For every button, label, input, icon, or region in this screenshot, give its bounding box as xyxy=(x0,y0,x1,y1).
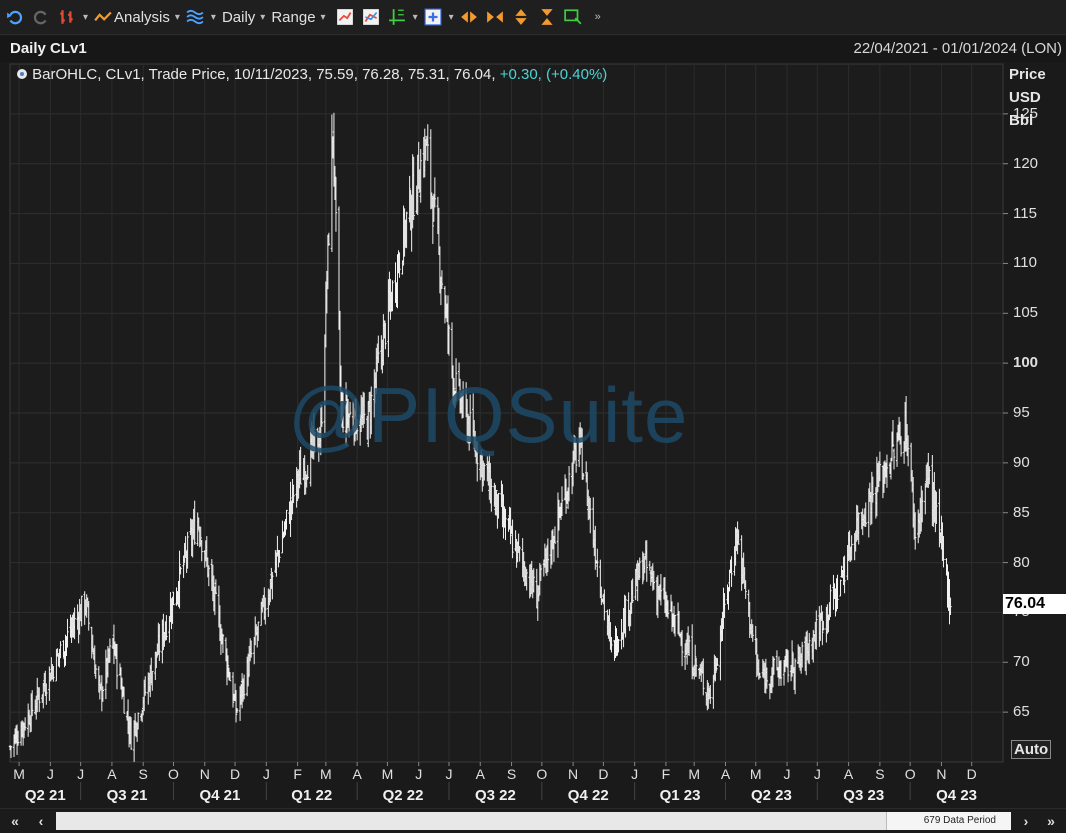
x-month-label: A xyxy=(352,766,362,782)
x-month-label: J xyxy=(46,766,54,782)
y-axis-title-price: Price xyxy=(1009,66,1046,83)
x-month-label: N xyxy=(199,766,210,782)
scroll-track[interactable]: 679 Data Period xyxy=(56,812,1011,830)
series-change: +0.30, (+0.40%) xyxy=(499,66,608,83)
series-info-text: BarOHLC, CLv1, Trade Price, 10/11/2023, … xyxy=(32,66,496,83)
x-month-label: A xyxy=(107,766,117,782)
y-tick-label: 100 xyxy=(1013,354,1039,372)
y-tick-label: 90 xyxy=(1013,453,1030,471)
x-quarter-label: Q2 21 xyxy=(24,787,66,804)
auto-scale-button[interactable]: Auto xyxy=(1011,740,1052,759)
x-month-label: M xyxy=(381,766,394,782)
x-month-label: F xyxy=(661,766,671,782)
x-quarter-label: Q3 21 xyxy=(106,787,148,804)
x-month-label: O xyxy=(168,766,179,782)
x-quarter-label: Q2 23 xyxy=(750,787,792,804)
y-tick-label: 70 xyxy=(1013,653,1030,671)
scroll-right-button[interactable]: › xyxy=(1015,812,1037,830)
y-tick-label: 65 xyxy=(1013,703,1030,721)
x-month-label: O xyxy=(536,766,548,782)
data-period-label: 679 Data Period xyxy=(923,815,996,826)
x-quarter-label: Q2 22 xyxy=(382,787,424,804)
x-month-label: M xyxy=(13,766,25,782)
x-month-label: J xyxy=(262,766,270,782)
x-month-label: J xyxy=(445,766,453,782)
x-month-label: J xyxy=(813,766,821,782)
y-tick-label: 105 xyxy=(1013,304,1039,322)
y-tick-label: 95 xyxy=(1013,404,1030,421)
price-chart[interactable] xyxy=(0,0,1066,808)
x-month-label: S xyxy=(506,766,517,782)
y-tick-label: 85 xyxy=(1013,503,1030,521)
x-month-label: J xyxy=(77,766,85,782)
series-info: BarOHLC, CLv1, Trade Price, 10/11/2023, … xyxy=(16,66,607,83)
x-month-label: J xyxy=(783,766,791,782)
x-quarter-label: Q3 23 xyxy=(843,787,885,804)
scroll-start-button[interactable]: « xyxy=(4,812,26,830)
last-price-label: 76.04 xyxy=(1003,594,1066,614)
x-month-label: J xyxy=(631,766,639,782)
y-tick-label: 120 xyxy=(1013,154,1039,172)
x-month-label: M xyxy=(688,766,701,782)
x-month-label: A xyxy=(720,766,731,782)
x-quarter-label: Q3 22 xyxy=(474,787,516,804)
x-month-label: N xyxy=(568,766,579,782)
x-month-label: J xyxy=(415,766,423,782)
x-month-label: S xyxy=(138,766,148,782)
x-month-label: N xyxy=(936,766,947,782)
x-month-label: A xyxy=(475,766,485,782)
x-quarter-label: Q1 22 xyxy=(291,787,333,804)
x-quarter-label: Q4 22 xyxy=(567,787,609,804)
scroll-end-button[interactable]: » xyxy=(1040,812,1062,830)
x-month-label: S xyxy=(875,766,885,782)
scroll-left-button[interactable]: ‹ xyxy=(30,812,52,830)
y-tick-label: 80 xyxy=(1013,553,1030,571)
x-quarter-label: Q4 21 xyxy=(199,787,241,804)
y-tick-label: 110 xyxy=(1013,254,1037,272)
y-axis-title-currency: USD xyxy=(1009,89,1041,106)
x-month-label: D xyxy=(598,766,609,782)
x-month-label: M xyxy=(749,766,762,782)
y-tick-label: 115 xyxy=(1013,204,1037,222)
x-month-label: A xyxy=(843,766,854,782)
series-settings-icon[interactable] xyxy=(16,68,28,80)
x-month-label: F xyxy=(293,766,302,782)
x-quarter-label: Q1 23 xyxy=(659,787,701,804)
x-quarter-label: Q4 23 xyxy=(936,787,978,804)
x-month-label: M xyxy=(320,766,332,782)
time-scrollbar[interactable]: « ‹ 679 Data Period › » xyxy=(0,808,1066,833)
x-month-label: O xyxy=(904,766,916,782)
x-month-label: D xyxy=(966,766,977,782)
y-tick-label: 125 xyxy=(1013,104,1039,122)
x-month-label: D xyxy=(229,766,241,782)
